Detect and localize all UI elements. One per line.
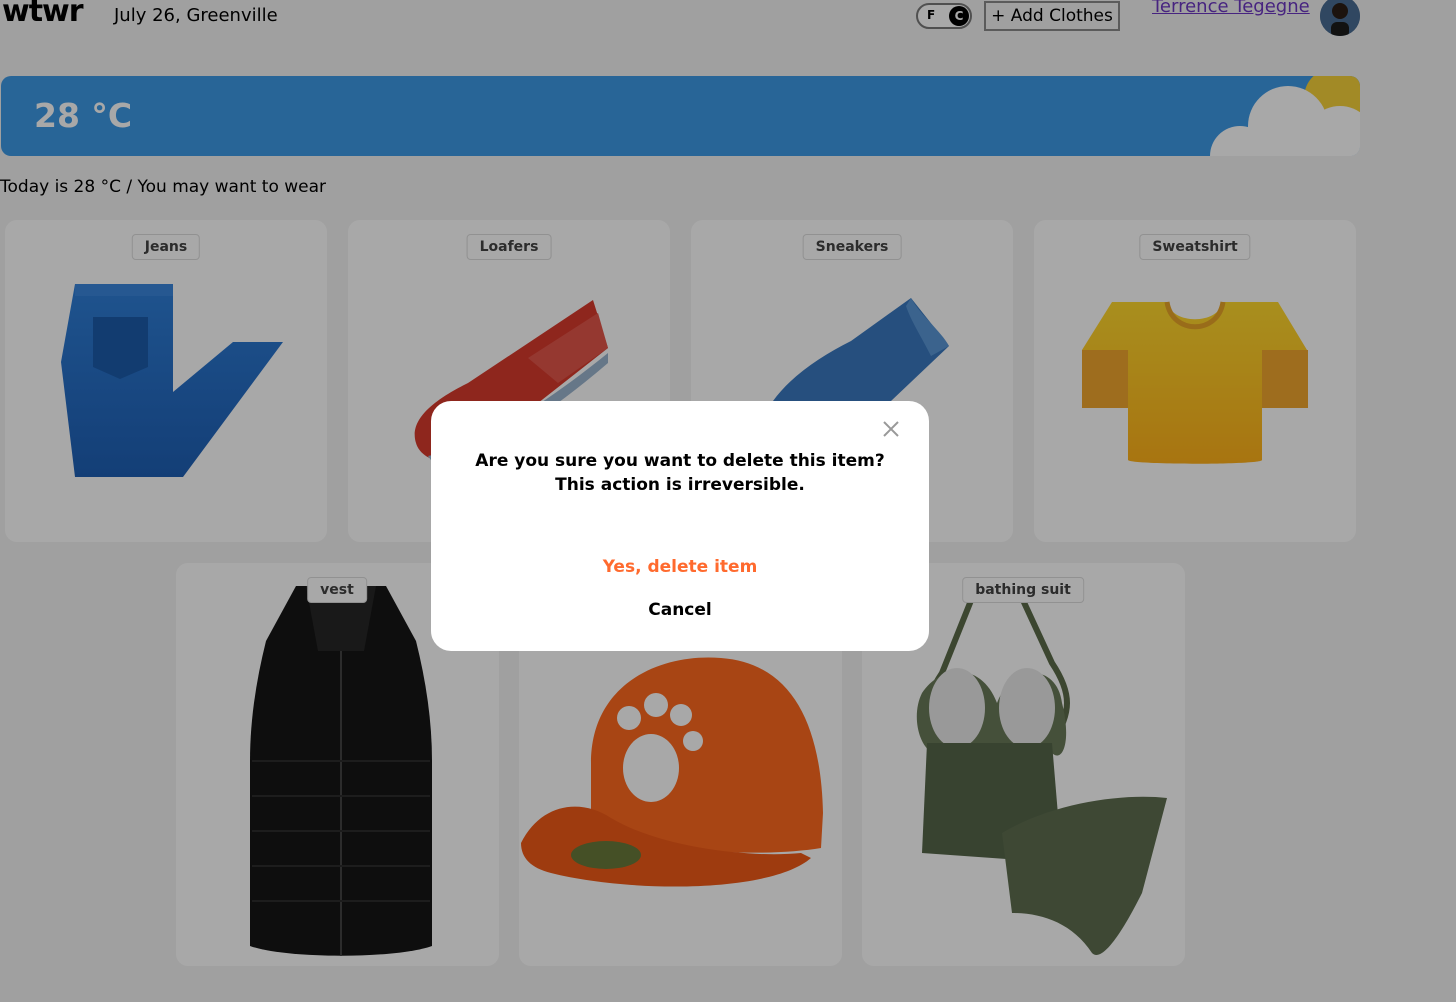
close-icon[interactable] bbox=[879, 417, 903, 441]
cancel-button[interactable]: Cancel bbox=[431, 599, 929, 621]
confirm-delete-button[interactable]: Yes, delete item bbox=[431, 556, 929, 578]
delete-confirmation-modal: Are you sure you want to delete this ite… bbox=[431, 401, 929, 651]
modal-message: Are you sure you want to delete this ite… bbox=[475, 451, 885, 495]
